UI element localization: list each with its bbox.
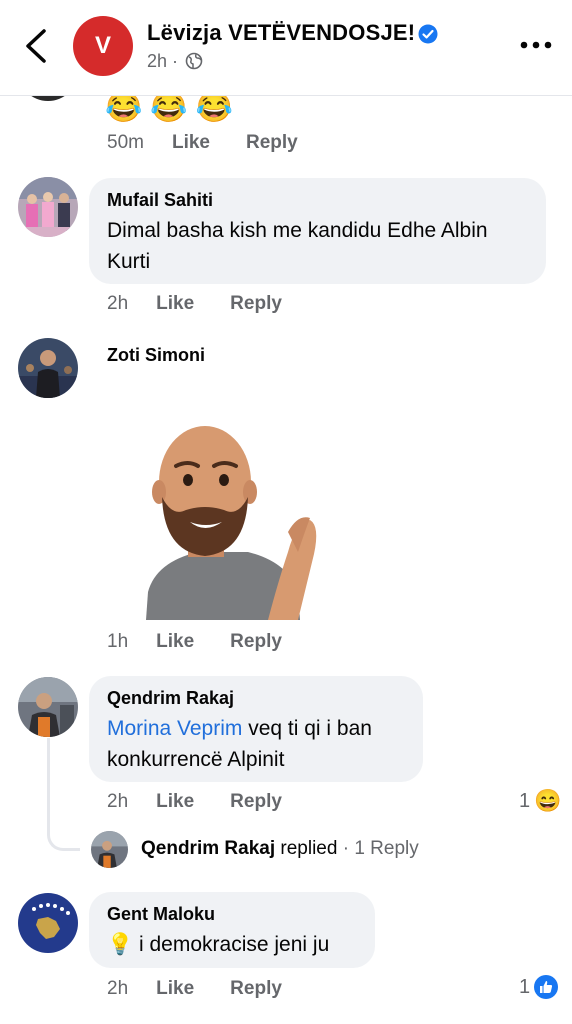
avatar-photo (18, 677, 78, 737)
comment-text-body: i demokracise jeni ju (133, 933, 330, 956)
reply-button[interactable]: Reply (246, 132, 298, 153)
reply-button[interactable]: Reply (230, 791, 282, 812)
avatar[interactable] (18, 338, 78, 398)
reply-author: Qendrim Rakaj (141, 838, 276, 859)
comment-bubble: Qendrim Rakaj Morina Veprim veq ti qi i … (89, 676, 423, 782)
post-time: 2h (147, 51, 168, 71)
lightbulb-icon: 💡 (107, 933, 134, 956)
like-button[interactable]: Like (156, 978, 194, 999)
reply-verb: replied (280, 838, 338, 859)
comment-author[interactable]: Qendrim Rakaj (107, 688, 405, 709)
reaction-count: 1 (519, 975, 531, 998)
comment-text: Morina Veprim veq ti qi i ban konkurrenc… (107, 713, 405, 775)
avatar-photo (18, 177, 78, 237)
avatar-photo (18, 338, 78, 398)
avatar[interactable] (18, 177, 78, 237)
avatar[interactable] (91, 831, 128, 868)
comment-actions: 1h Like Reply (107, 631, 282, 653)
reply-button[interactable]: Reply (230, 293, 282, 314)
meta-separator: · (172, 51, 179, 71)
comment-bubble: Mufail Sahiti Dimal basha kish me kandid… (89, 178, 546, 284)
comment-time: 2h (107, 293, 129, 314)
avatar[interactable] (18, 677, 78, 737)
page-avatar[interactable]: V (73, 16, 133, 76)
comment-time: 1h (107, 631, 129, 652)
avatar[interactable] (18, 893, 78, 953)
comment-bubble: Gent Maloku 💡 i demokracise jeni ju (89, 892, 375, 968)
like-button[interactable]: Like (172, 132, 210, 153)
comment-actions: 2h Like Reply (107, 791, 282, 813)
like-button[interactable]: Like (156, 293, 194, 314)
post-header: V Lëvizja VETËVENDOSJE! 2h · (0, 0, 572, 96)
reply-separator: · (337, 838, 355, 859)
verified-badge-icon (418, 24, 438, 44)
like-button[interactable]: Like (156, 631, 194, 652)
mention-link[interactable]: Morina Veprim (107, 717, 242, 740)
reply-button[interactable]: Reply (230, 978, 282, 999)
haha-reaction-icon: 😄 (534, 788, 562, 813)
comment-text: Dimal basha kish me kandidu Edhe Albin K… (107, 219, 488, 273)
avatar-letter: V (94, 32, 111, 59)
comment-actions: 2h Like Reply (107, 293, 282, 315)
comment-author[interactable]: Gent Maloku (107, 904, 357, 925)
comment-time: 2h (107, 978, 129, 999)
comment-actions: 2h Like Reply (107, 978, 282, 1000)
comment-author[interactable]: Mufail Sahiti (107, 190, 528, 211)
thumbs-up-icon (534, 975, 559, 999)
view-replies-link[interactable]: Qendrim Rakaj replied · 1 Reply (141, 838, 419, 860)
like-button[interactable]: Like (156, 791, 194, 812)
back-arrow-icon[interactable] (22, 28, 52, 64)
comment-time: 2h (107, 791, 129, 812)
reaction-summary[interactable]: 1 😄 (519, 788, 562, 814)
comment-actions: 50m Like Reply (107, 132, 298, 154)
reply-button[interactable]: Reply (230, 631, 282, 652)
reply-count: 1 Reply (354, 838, 419, 859)
avatar-photo (91, 831, 128, 868)
reaction-count: 1 (519, 789, 531, 812)
avatar-photo (18, 893, 78, 953)
comment-author[interactable]: Zoti Simoni (107, 345, 205, 366)
sticker-image[interactable] (138, 422, 322, 622)
comment-time: 50m (107, 132, 144, 153)
globe-icon (185, 52, 203, 70)
page-title[interactable]: Lëvizja VETËVENDOSJE! (147, 20, 415, 46)
thread-line (47, 738, 80, 851)
reaction-summary[interactable]: 1 (519, 975, 559, 999)
more-options-icon[interactable] (520, 38, 552, 52)
post-meta: 2h · (147, 51, 203, 72)
comment-text: 💡 i demokracise jeni ju (107, 929, 357, 960)
